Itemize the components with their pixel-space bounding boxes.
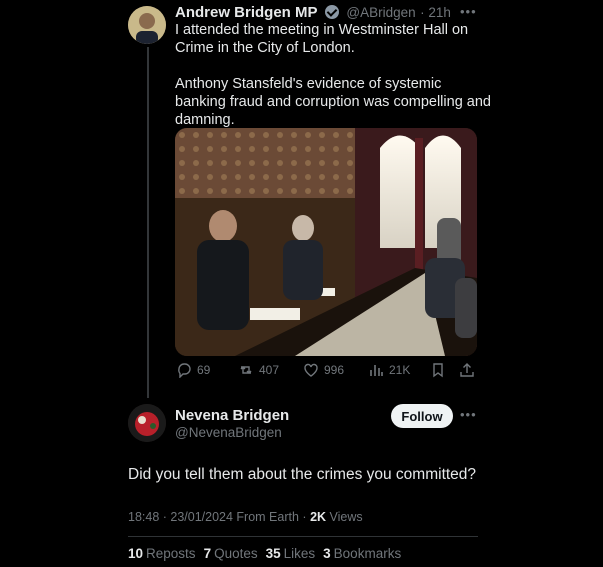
stat-count: 7 xyxy=(203,546,212,561)
stat-quotes[interactable]: 7 Quotes xyxy=(204,546,258,561)
tweet-text-line: Anthony Stansfeld's evidence of systemic xyxy=(175,76,442,92)
follow-button[interactable]: Follow xyxy=(391,404,453,428)
stat-label: Bookmarks xyxy=(333,546,402,561)
views-icon xyxy=(370,365,383,376)
reply-timestamp[interactable]: 18:48 · 23/01/2024 From Earth · xyxy=(128,510,307,524)
divider xyxy=(128,536,478,537)
reply-icon xyxy=(178,363,191,378)
share-action[interactable] xyxy=(459,362,475,378)
author-avatar[interactable] xyxy=(128,6,166,44)
repost-icon xyxy=(240,366,252,374)
tweet-text-line: Crime in the City of London. xyxy=(175,40,355,56)
reply-text: Did you tell them about the crimes you c… xyxy=(128,466,477,483)
reply-count: 69 xyxy=(197,363,211,377)
stat-count: 35 xyxy=(265,546,281,561)
tweet-time[interactable]: · 21h xyxy=(420,5,451,20)
views-count: 21K xyxy=(389,363,411,377)
reply-views-count: 2K xyxy=(310,510,327,524)
stat-label: Reposts xyxy=(146,546,196,561)
reply-meta: 18:48 · 23/01/2024 From Earth · 2K Views xyxy=(128,510,363,524)
like-count: 996 xyxy=(324,363,345,377)
like-action[interactable]: 996 xyxy=(303,362,344,378)
tweet-body: I attended the meeting in Westminster Ha… xyxy=(175,21,491,129)
stat-label: Likes xyxy=(283,546,316,561)
reply-stats: 10 Reposts 7 Quotes 35 Likes 3 Bookmarks xyxy=(128,546,401,561)
bookmark-icon xyxy=(433,363,443,378)
tweet-photo[interactable] xyxy=(175,128,477,356)
reply-author-avatar[interactable] xyxy=(128,404,166,442)
tweet-text-line: damning. xyxy=(175,112,235,128)
reply-action[interactable]: 69 xyxy=(176,362,210,378)
reply-author-handle[interactable]: @NevenaBridgen xyxy=(175,425,282,440)
author-handle[interactable]: @ABridgen xyxy=(346,5,415,20)
stat-label: Quotes xyxy=(214,546,258,561)
repost-count: 407 xyxy=(259,363,280,377)
stat-count: 3 xyxy=(323,546,331,561)
repost-action[interactable]: 407 xyxy=(238,362,279,378)
tweet-text-line: banking fraud and corruption was compell… xyxy=(175,94,491,110)
stat-reposts[interactable]: 10 Reposts xyxy=(128,546,196,561)
views-action[interactable]: 21K xyxy=(368,362,410,378)
reply-views-label: Views xyxy=(329,510,363,524)
thread-connector-line xyxy=(147,47,149,398)
bookmark-action[interactable] xyxy=(430,362,446,378)
heart-icon xyxy=(304,363,318,377)
stat-count: 10 xyxy=(128,546,144,561)
share-icon xyxy=(460,363,474,377)
author-name[interactable]: Andrew Bridgen MP xyxy=(175,4,318,21)
reply-author-name[interactable]: Nevena Bridgen xyxy=(175,407,289,424)
more-icon[interactable]: ••• xyxy=(460,4,477,19)
stat-likes[interactable]: 35 Likes xyxy=(266,546,316,561)
reply-more-icon[interactable]: ••• xyxy=(460,407,477,422)
tweet-text-line: I attended the meeting in Westminster Ha… xyxy=(175,22,469,38)
tweet-header: Andrew Bridgen MP @ABridgen · 21h xyxy=(175,4,451,22)
stat-bookmarks[interactable]: 3 Bookmarks xyxy=(323,546,401,561)
verified-badge-icon xyxy=(324,5,339,19)
